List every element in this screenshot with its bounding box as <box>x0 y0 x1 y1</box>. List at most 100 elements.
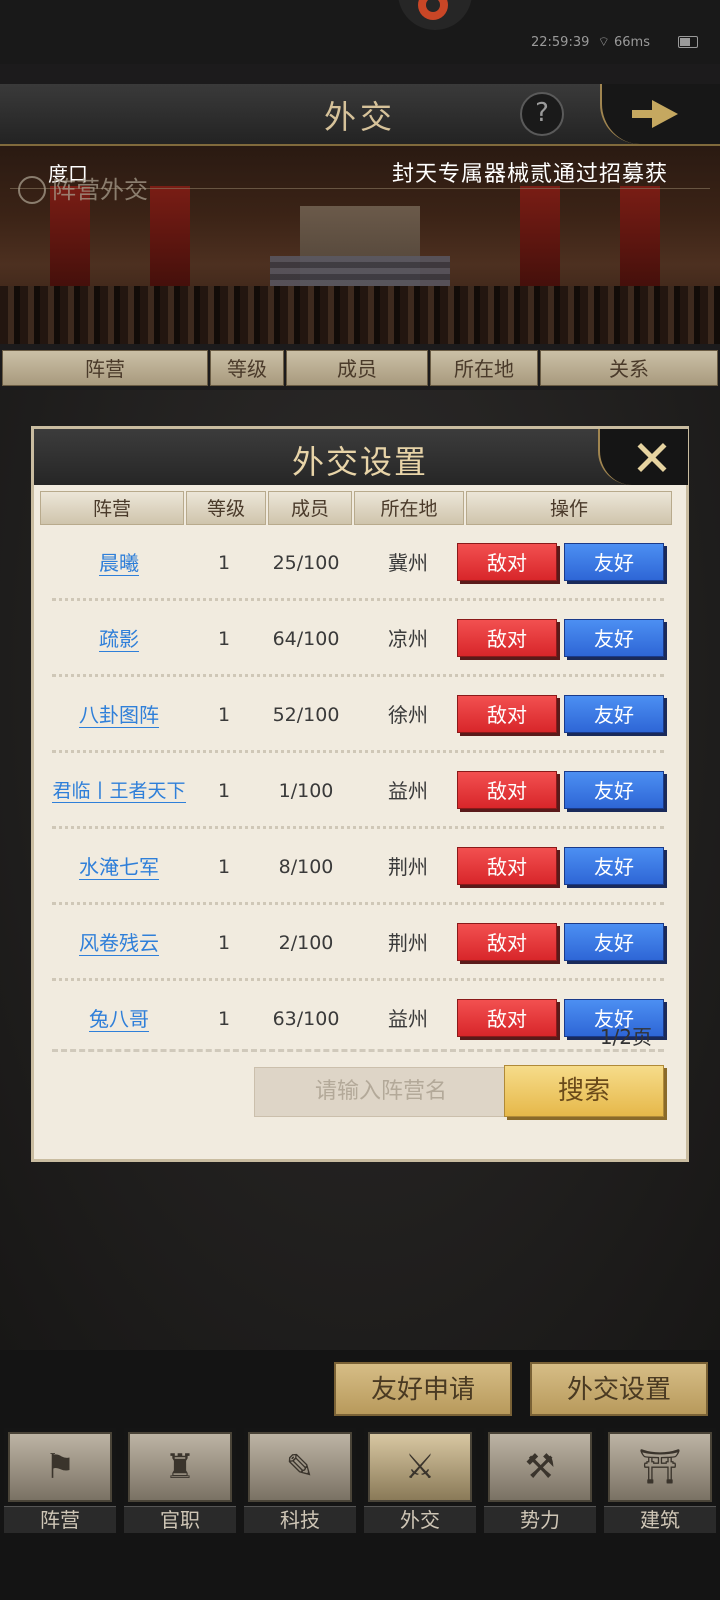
camp-members: 52/100 <box>272 704 340 726</box>
camp-name-link[interactable]: 君临丨王者天下 <box>38 753 200 829</box>
friend-button[interactable]: 友好 <box>564 695 664 733</box>
camp-members: 8/100 <box>278 856 334 878</box>
table-header-location: 所在地 <box>354 491 464 525</box>
nav-label: 势力 <box>484 1506 596 1533</box>
camp-members: 63/100 <box>272 1008 340 1030</box>
table-row: 晨曦 1 25/100 冀州 敌对 友好 <box>34 525 686 601</box>
nav-label: 外交 <box>364 1506 476 1533</box>
dialog-header: 外交设置 <box>34 429 688 485</box>
friend-button[interactable]: 友好 <box>564 619 664 657</box>
enemy-button[interactable]: 敌对 <box>457 999 557 1037</box>
diplomacy-settings-dialog: 外交设置 阵营 等级 成员 所在地 操作 晨曦 1 25/100 冀州 敌对 友… <box>31 426 689 1162</box>
table-row: 兔八哥 1 63/100 益州 敌对 友好 <box>34 981 686 1057</box>
table-header-camp: 阵营 <box>40 491 184 525</box>
camp-location: 冀州 <box>388 551 428 575</box>
enemy-button[interactable]: 敌对 <box>457 543 557 581</box>
enemy-button[interactable]: 敌对 <box>457 619 557 657</box>
nav-item-diplomacy[interactable]: ⚔ 外交 <box>364 1428 476 1533</box>
camp-level: 1 <box>217 856 231 878</box>
camp-level: 1 <box>217 628 231 650</box>
camp-name-link[interactable]: 风卷残云 <box>44 905 194 981</box>
status-time: 22:59:39 <box>530 35 590 50</box>
camp-level: 1 <box>217 1008 231 1030</box>
table-header-members: 成员 <box>268 491 352 525</box>
table-header-level: 等级 <box>186 491 266 525</box>
table-row: 水淹七军 1 8/100 荆州 敌对 友好 <box>34 829 686 905</box>
scroll-icon: ✎ <box>285 1447 315 1487</box>
diplomacy-settings-button[interactable]: 外交设置 <box>530 1362 708 1416</box>
camp-location: 益州 <box>388 779 428 803</box>
banner-tab-label: 阵营外交 <box>52 176 148 204</box>
camp-level: 1 <box>217 704 231 726</box>
banner-image: 度口 封天专属器械贰通过招募获 阵营外交 <box>0 146 720 344</box>
camp-level: 1 <box>217 780 231 802</box>
column-header-relation[interactable]: 关系 <box>540 350 718 386</box>
battle-axe-icon: ⚒ <box>524 1447 556 1487</box>
camp-name-link[interactable]: 疏影 <box>44 601 194 677</box>
search-button[interactable]: 搜索 <box>504 1065 664 1117</box>
nav-label: 阵营 <box>4 1506 116 1533</box>
table-row: 八卦图阵 1 52/100 徐州 敌对 友好 <box>34 677 686 753</box>
nav-label: 官职 <box>124 1506 236 1533</box>
arrow-right-icon <box>632 110 654 118</box>
nav-item-camp[interactable]: ⚑ 阵营 <box>4 1428 116 1533</box>
status-signal: 66ms <box>614 35 650 50</box>
column-header-level[interactable]: 等级 <box>210 350 284 386</box>
enemy-button[interactable]: 敌对 <box>457 695 557 733</box>
column-header-location[interactable]: 所在地 <box>430 350 538 386</box>
search-input[interactable]: 请输入阵营名 <box>254 1067 508 1117</box>
column-header-camp[interactable]: 阵营 <box>2 350 208 386</box>
friend-button[interactable]: 友好 <box>564 543 664 581</box>
back-button[interactable] <box>600 84 720 144</box>
friend-request-button[interactable]: 友好申请 <box>334 1362 512 1416</box>
nav-label: 科技 <box>244 1506 356 1533</box>
dialog-title: 外交设置 <box>291 443 428 481</box>
camp-level: 1 <box>217 932 231 954</box>
status-bar: 22:59:39 ⌔ 66ms <box>0 0 720 64</box>
camp-location: 荆州 <box>388 855 428 879</box>
enemy-button[interactable]: 敌对 <box>457 923 557 961</box>
camp-location: 益州 <box>388 1007 428 1031</box>
palace-icon: ⛩ <box>638 1447 682 1487</box>
nav-item-power[interactable]: ⚒ 势力 <box>484 1428 596 1533</box>
camp-members: 64/100 <box>272 628 340 650</box>
collapse-icon <box>18 175 46 204</box>
ticker-right: 封天专属器械贰通过招募获 <box>391 162 668 187</box>
enemy-button[interactable]: 敌对 <box>457 771 557 809</box>
camp-location: 凉州 <box>388 627 428 651</box>
enemy-button[interactable]: 敌对 <box>457 847 557 885</box>
wifi-icon: ⌔ <box>597 35 610 50</box>
app-logo-icon <box>398 0 472 30</box>
nav-item-building[interactable]: ⛩ 建筑 <box>604 1428 716 1533</box>
table-row: 风卷残云 1 2/100 荆州 敌对 友好 <box>34 905 686 981</box>
camp-name-link[interactable]: 八卦图阵 <box>44 677 194 753</box>
nav-label: 建筑 <box>604 1506 716 1533</box>
friend-button[interactable]: 友好 <box>564 923 664 961</box>
nav-item-office[interactable]: ♜ 官职 <box>124 1428 236 1533</box>
camp-name-link[interactable]: 兔八哥 <box>44 981 194 1057</box>
camp-members: 2/100 <box>278 932 334 954</box>
close-button[interactable] <box>598 429 688 485</box>
camp-name-link[interactable]: 水淹七军 <box>44 829 194 905</box>
dragon-seal-icon: ♜ <box>164 1447 196 1487</box>
table-row: 疏影 1 64/100 凉州 敌对 友好 <box>34 601 686 677</box>
table-row: 君临丨王者天下 1 1/100 益州 敌对 友好 <box>34 753 686 829</box>
page-header: 外交 ? <box>0 84 720 146</box>
camp-level: 1 <box>217 552 231 574</box>
camp-location: 荆州 <box>388 931 428 955</box>
banner-icon: ⚑ <box>44 1447 76 1487</box>
page-indicator: 1/2页 <box>599 1025 652 1049</box>
camp-location: 徐州 <box>388 703 428 727</box>
nav-item-tech[interactable]: ✎ 科技 <box>244 1428 356 1533</box>
camp-name-link[interactable]: 晨曦 <box>44 525 194 601</box>
crossed-weapons-icon: ⚔ <box>404 1447 436 1487</box>
friend-button[interactable]: 友好 <box>564 771 664 809</box>
help-button[interactable]: ? <box>520 92 564 136</box>
camp-members: 1/100 <box>278 780 334 802</box>
table-header-action: 操作 <box>466 491 672 525</box>
status-text: 22:59:39 ⌔ 66ms <box>531 34 650 50</box>
friend-button[interactable]: 友好 <box>564 847 664 885</box>
banner-tab[interactable]: 阵营外交 <box>18 170 148 206</box>
column-header-members[interactable]: 成员 <box>286 350 428 386</box>
battery-icon <box>678 36 698 48</box>
